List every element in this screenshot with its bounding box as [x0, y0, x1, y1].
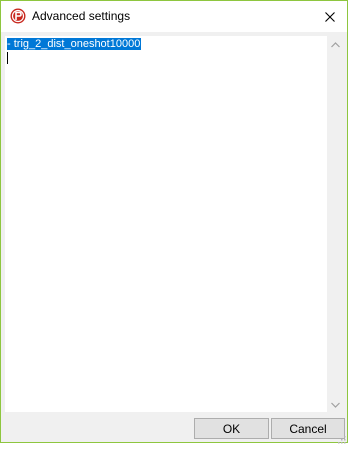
chevron-down-icon — [330, 395, 340, 413]
close-button[interactable] — [313, 1, 347, 32]
ok-button[interactable]: OK — [194, 418, 269, 439]
selected-text: - trig_2_dist_oneshot10000 — [7, 38, 142, 50]
editor-line: - trig_2_dist_oneshot10000 — [7, 38, 142, 51]
advanced-settings-dialog: Advanced settings - trig_2_dist_oneshot1… — [0, 0, 348, 444]
app-logo-icon — [10, 8, 26, 24]
chevron-up-icon — [330, 35, 340, 53]
resize-grip-icon[interactable] — [336, 431, 346, 444]
close-icon — [325, 11, 335, 22]
cancel-button[interactable]: Cancel — [271, 418, 345, 439]
window-title: Advanced settings — [32, 9, 131, 23]
settings-text-area[interactable]: - trig_2_dist_oneshot10000 — [5, 36, 328, 412]
vertical-scrollbar[interactable] — [327, 36, 343, 412]
title-bar[interactable]: Advanced settings — [1, 1, 347, 32]
scroll-up-button[interactable] — [327, 36, 343, 52]
scroll-down-button[interactable] — [327, 396, 343, 412]
text-caret — [7, 52, 8, 64]
